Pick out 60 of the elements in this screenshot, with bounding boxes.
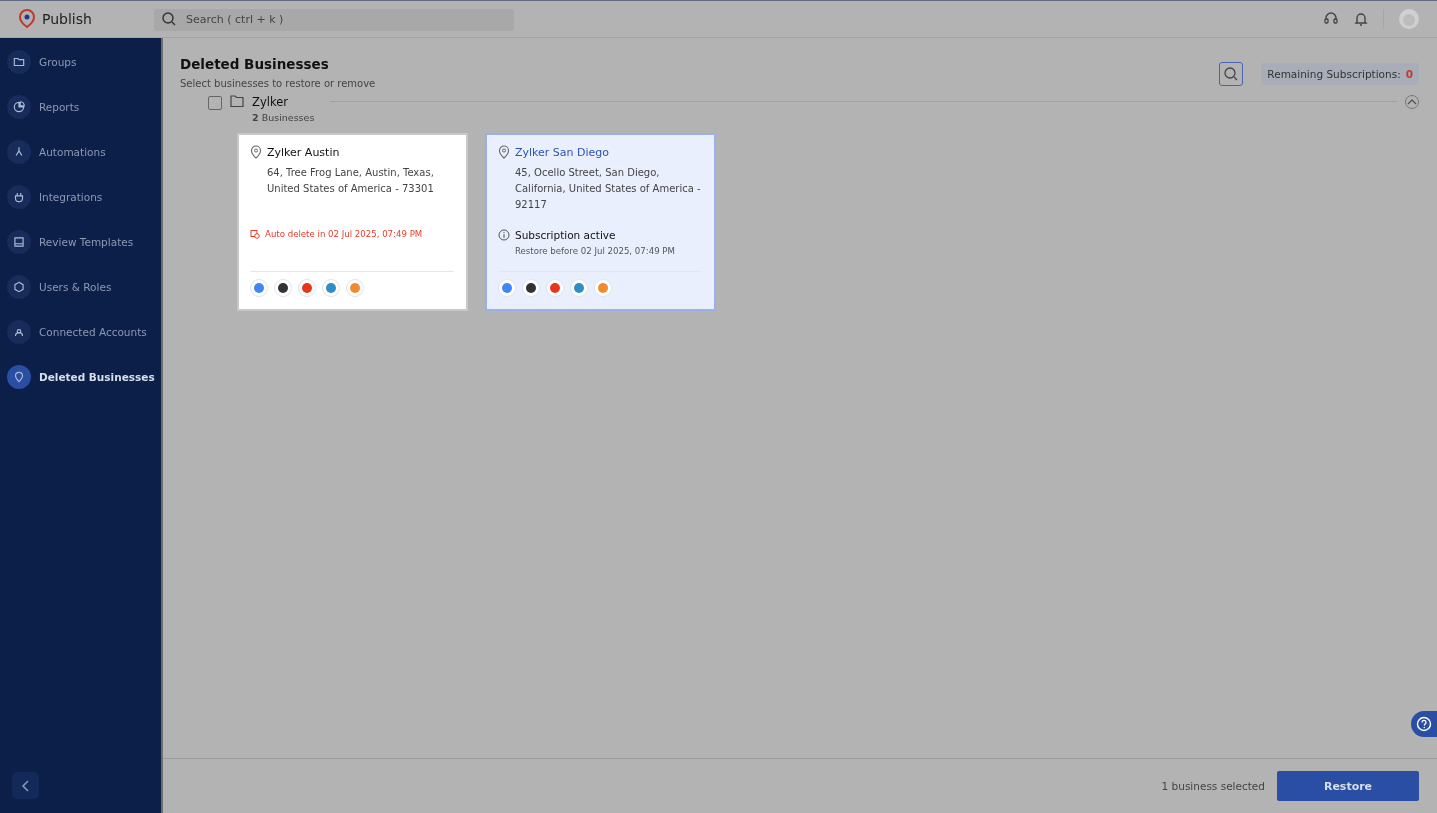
business-card[interactable]: Zylker San Diego 45, Ocello Street, San Diego, California, United States of America - 92117 Subscription active Restore before 02 Jul 2025, 07:49 PM: [485, 133, 716, 311]
sidebar-item[interactable]: Connected Accounts: [0, 320, 161, 344]
page-subtitle: Select businesses to restore or remove: [180, 78, 376, 89]
sidebar-item[interactable]: Reports: [0, 95, 161, 119]
group-checkbox[interactable]: [208, 96, 222, 110]
selection-count: 1 business selected: [1161, 780, 1265, 792]
chevron-icon: [1407, 98, 1417, 106]
sidebar-item[interactable]: Integrations: [0, 185, 161, 209]
remaining-label: Remaining Subscriptions:: [1267, 68, 1401, 80]
search-icon: [1224, 67, 1239, 81]
chevron-left-icon: [20, 779, 31, 792]
sidebar-item[interactable]: Deleted Businesses: [0, 365, 161, 389]
group-count: 2 Businesses: [252, 112, 315, 123]
subscription-status: Subscription active: [515, 228, 616, 241]
platform-icon: [346, 279, 364, 297]
sidebar-item[interactable]: Groups: [0, 50, 161, 74]
restore-deadline: Restore before 02 Jul 2025, 07:49 PM: [515, 245, 676, 256]
business-address: 45, Ocello Street, San Diego, California, United States of America - 92117: [515, 166, 702, 212]
pie-chart-icon: [12, 100, 26, 114]
calendar-delete-icon: [250, 229, 260, 239]
search-icon: [162, 12, 176, 26]
folder-icon: [12, 55, 26, 69]
notification-bell-icon[interactable]: [1353, 11, 1369, 27]
restore-button[interactable]: Restore: [1277, 771, 1419, 801]
business-address: 64, Tree Frog Lane, Austin, Texas, United States of America - 73301: [267, 166, 435, 196]
sidebar-item[interactable]: Automations: [0, 140, 161, 164]
platform-icon: [546, 279, 564, 297]
remaining-count: 0: [1405, 68, 1413, 80]
help-button[interactable]: [1411, 711, 1437, 737]
sidebar-item[interactable]: Review Templates: [0, 230, 161, 254]
template-icon: [12, 235, 26, 249]
business-name: Zylker Austin: [267, 145, 340, 159]
question-mark-icon: [1416, 716, 1432, 732]
page-title: Deleted Businesses: [180, 56, 330, 72]
folder-icon: [230, 95, 244, 107]
platform-icon: [274, 279, 292, 297]
platform-icon: [298, 279, 316, 297]
plug-icon: [12, 190, 26, 204]
app-name: Publish: [42, 11, 92, 27]
search-field[interactable]: Search ( ctrl + k ): [154, 8, 514, 31]
location-pin-logo-icon: [18, 9, 36, 29]
headset-icon[interactable]: [1323, 11, 1339, 27]
platform-icon: [570, 279, 588, 297]
hexagon-icon: [12, 280, 26, 294]
group-name: Zylker: [252, 95, 289, 109]
platform-icon: [322, 279, 340, 297]
location-pin-icon: [12, 370, 26, 384]
platform-icon: [498, 279, 516, 297]
platform-icon: [250, 279, 268, 297]
business-card[interactable]: Zylker Austin 64, Tree Frog Lane, Austin, Texas, United States of America - 73301 Auto delete in 02 Jul 2025, 07:49 PM: [237, 133, 468, 311]
platform-icon: [522, 279, 540, 297]
business-name: Zylker San Diego: [515, 145, 610, 159]
sidebar-item[interactable]: Users & Roles: [0, 275, 161, 299]
location-pin-icon: [250, 145, 262, 159]
location-pin-icon: [498, 145, 510, 159]
search-button[interactable]: [1219, 62, 1244, 86]
auto-delete-notice: Auto delete in 02 Jul 2025, 07:49 PM: [265, 229, 423, 239]
info-icon: [498, 228, 510, 241]
collapse-sidebar-button[interactable]: [12, 772, 39, 799]
platform-icon: [594, 279, 612, 297]
